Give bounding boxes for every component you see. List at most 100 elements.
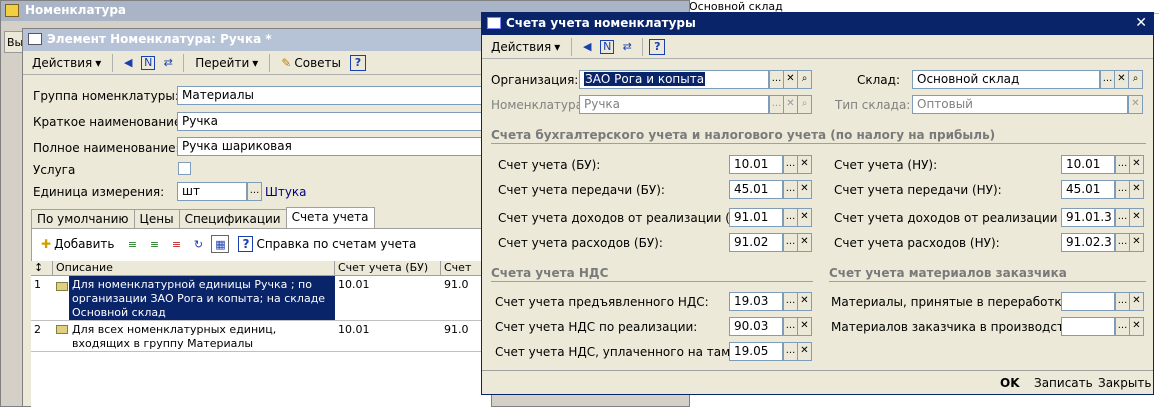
customer-processing-select-button[interactable]: ...	[1115, 292, 1130, 311]
bu-account-field[interactable]: 10.01	[729, 155, 783, 174]
tab-specifications[interactable]: Спецификации	[178, 209, 287, 228]
table-cell-bu[interactable]: 10.01	[335, 321, 441, 351]
close-icon[interactable]: ✕	[1135, 15, 1147, 31]
nu-account-field[interactable]: 10.01	[1061, 155, 1115, 174]
bu-income-label: Счет учета доходов от реализации (БУ):	[498, 211, 755, 225]
row-number: 2	[34, 323, 41, 336]
bu-expense-field[interactable]: 91.02	[729, 233, 783, 252]
customer-production-select-button[interactable]: ...	[1115, 317, 1130, 336]
clear-icon[interactable]: ✕	[797, 208, 812, 227]
table-row[interactable]: Для номенклатурной единицы Ручка ; по ор…	[69, 276, 335, 320]
element-tabs: По умолчанию Цены Спецификации Счета уче…	[31, 207, 375, 228]
clear-icon[interactable]: ✕	[797, 155, 812, 174]
clear-icon[interactable]: ✕	[1129, 317, 1144, 336]
goto-menu-button[interactable]: Перейти ▾	[190, 53, 263, 73]
vat-customs-select-button[interactable]: ...	[783, 342, 798, 361]
close-button[interactable]: Закрыть	[1098, 376, 1151, 390]
nu-expense-select-button[interactable]: ...	[1115, 233, 1130, 252]
vat-sales-select-button[interactable]: ...	[783, 317, 798, 336]
clear-icon[interactable]: ✕	[797, 292, 812, 311]
back-arrow-icon[interactable]: ◀	[578, 38, 596, 56]
clear-icon[interactable]: ✕	[797, 233, 812, 252]
refresh-icon[interactable]: ⇄	[618, 38, 636, 56]
column-header-bu[interactable]: Счет учета (БУ)	[335, 261, 441, 276]
row-marker-header[interactable]: ↕	[31, 261, 53, 276]
bu-account-select-button[interactable]: ...	[783, 155, 798, 174]
add-button[interactable]: ✚ Добавить	[36, 234, 119, 254]
bu-transfer-field[interactable]: 45.01	[729, 180, 783, 199]
form-structure-icon[interactable]: N	[141, 55, 156, 70]
clear-icon[interactable]: ✕	[797, 180, 812, 199]
table-row[interactable]: Для всех номенклатурных единиц, входящих…	[69, 321, 335, 351]
vat-customs-field[interactable]: 19.05	[729, 342, 783, 361]
filter-icon[interactable]: ▦	[211, 235, 230, 253]
tips-button[interactable]: ✎ Советы	[276, 53, 346, 73]
dropdown-icon: ▾	[95, 55, 102, 70]
organization-field[interactable]: ЗАО Рога и копыта	[579, 70, 769, 89]
bu-income-select-button[interactable]: ...	[783, 208, 798, 227]
dialog-titlebar[interactable]: Счета учета номенклатуры ✕	[482, 13, 1153, 35]
customer-production-field[interactable]	[1061, 317, 1115, 336]
search-icon: ⌕	[797, 95, 812, 114]
edit-row-icon[interactable]: ≡	[145, 235, 163, 253]
table-cell-bu[interactable]: 10.01	[335, 276, 441, 320]
full-name-field[interactable]: Ручка шариковая	[177, 137, 493, 156]
help-icon[interactable]: ?	[350, 54, 366, 71]
organization-select-button[interactable]: ...	[769, 70, 784, 89]
bu-income-field[interactable]: 91.01	[729, 208, 783, 227]
actions-menu-button[interactable]: Действия ▾	[27, 53, 106, 73]
tab-accounts[interactable]: Счета учета	[285, 207, 375, 228]
nu-transfer-select-button[interactable]: ...	[1115, 180, 1130, 199]
dialog-actions-menu-button[interactable]: Действия ▾	[486, 37, 565, 57]
save-button[interactable]: Записать	[1034, 376, 1093, 390]
clear-icon[interactable]: ✕	[1129, 208, 1144, 227]
unit-field[interactable]: шт	[177, 182, 247, 201]
bu-transfer-select-button[interactable]: ...	[783, 180, 798, 199]
folder-icon	[53, 321, 69, 351]
help-icon[interactable]: ?	[649, 38, 666, 55]
bu-account-label: Счет учета (БУ):	[498, 158, 601, 172]
nu-expense-field[interactable]: 91.02.3	[1061, 233, 1115, 252]
vat-sales-field[interactable]: 90.03	[729, 317, 783, 336]
ok-button[interactable]: OK	[1000, 376, 1020, 390]
form-structure-icon[interactable]: N	[600, 39, 615, 54]
tab-defaults[interactable]: По умолчанию	[31, 209, 135, 228]
tab-prices[interactable]: Цены	[133, 209, 180, 228]
nu-income-field[interactable]: 91.01.3	[1061, 208, 1115, 227]
accounts-help-button[interactable]: ? Справка по счетам учета	[233, 233, 421, 255]
column-header-description[interactable]: Описание	[53, 261, 335, 276]
search-icon[interactable]: ⌕	[797, 70, 812, 89]
clear-icon[interactable]: ✕	[1129, 180, 1144, 199]
clear-icon[interactable]: ✕	[1129, 233, 1144, 252]
unit-name-link[interactable]: Штука	[265, 185, 307, 199]
delete-row-icon[interactable]: ≡	[167, 235, 185, 253]
back-arrow-icon[interactable]: ◀	[119, 54, 137, 72]
clear-icon[interactable]: ✕	[1129, 155, 1144, 174]
customer-processing-field[interactable]	[1061, 292, 1115, 311]
unit-select-button[interactable]: ...	[247, 182, 262, 201]
nu-income-select-button[interactable]: ...	[1115, 208, 1130, 227]
clear-icon[interactable]: ✕	[1114, 70, 1129, 89]
vat-presented-field[interactable]: 19.03	[729, 292, 783, 311]
clear-icon[interactable]: ✕	[797, 342, 812, 361]
bu-expense-select-button[interactable]: ...	[783, 233, 798, 252]
short-name-field[interactable]: Ручка	[177, 112, 493, 131]
warehouse-field[interactable]: Основной склад	[912, 70, 1100, 89]
refresh-list-icon[interactable]: ↻	[189, 235, 207, 253]
clear-icon[interactable]: ✕	[783, 70, 798, 89]
nu-account-select-button[interactable]: ...	[1115, 155, 1130, 174]
vat-presented-select-button[interactable]: ...	[783, 292, 798, 311]
clear-icon[interactable]: ✕	[1129, 292, 1144, 311]
search-icon[interactable]: ⌕	[1128, 70, 1143, 89]
copy-row-icon[interactable]: ≡	[123, 235, 141, 253]
warehouse-select-button[interactable]: ...	[1100, 70, 1115, 89]
group-field[interactable]: Материалы	[177, 86, 493, 105]
clear-icon[interactable]: ✕	[797, 317, 812, 336]
refresh-icon[interactable]: ⇄	[159, 54, 177, 72]
element-window-titlebar[interactable]: Элемент Номенклатура: Ручка *	[23, 29, 491, 51]
clear-icon: ✕	[1128, 95, 1143, 114]
partial-menu-button[interactable]: Вы	[4, 31, 24, 53]
nu-transfer-field[interactable]: 45.01	[1061, 180, 1115, 199]
service-checkbox[interactable]	[178, 162, 191, 175]
form-icon	[487, 17, 501, 29]
